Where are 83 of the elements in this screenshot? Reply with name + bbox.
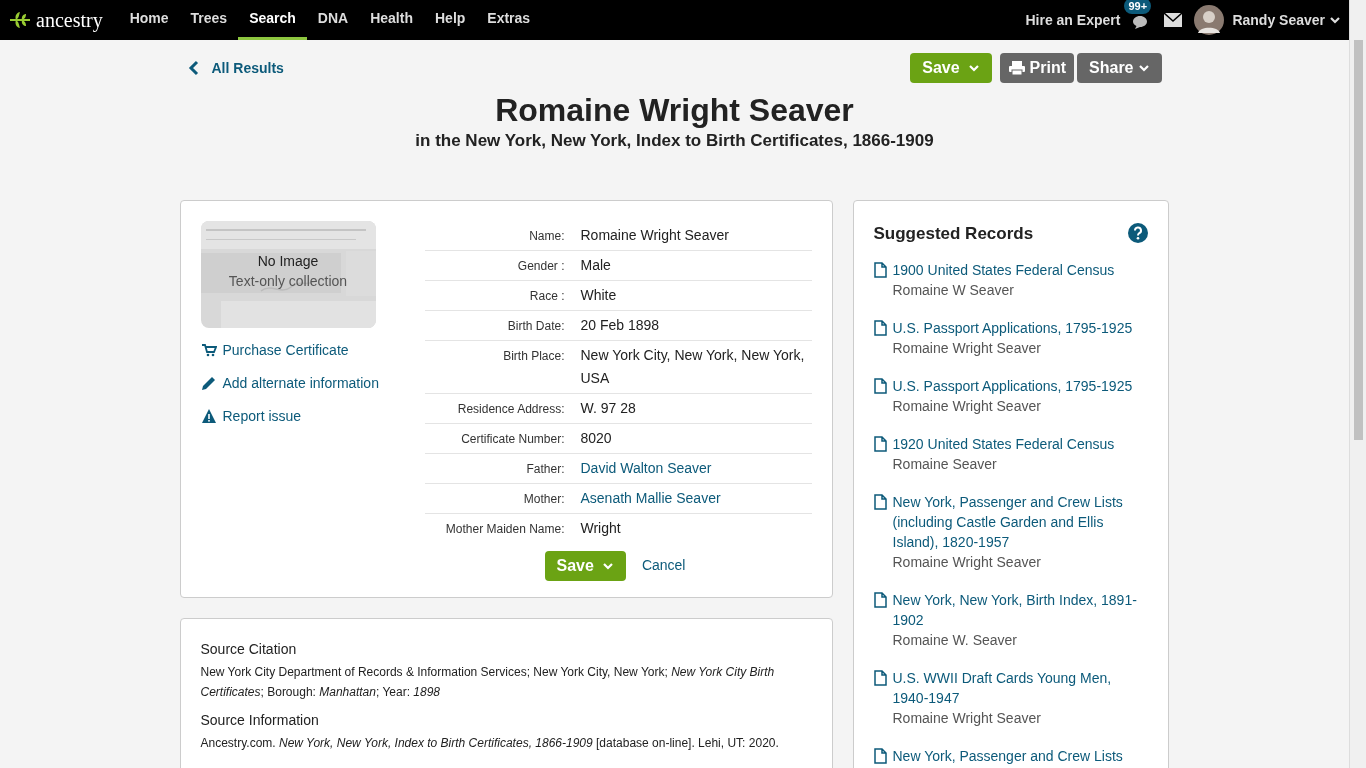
record-person: Romaine W Seaver [892, 281, 1015, 300]
record-title: Romaine Wright Seaver [494, 92, 855, 128]
record-link[interactable]: U.S. WWII Draft Cards Young Men, 1940-1947 [892, 668, 1148, 708]
field-value: 8020 [579, 428, 612, 448]
help-icon[interactable] [1127, 223, 1148, 244]
notification-badge: 99+ [1124, 0, 1152, 14]
chevron-down-icon [967, 62, 980, 74]
field-value: 20 Feb 1898 [579, 315, 660, 335]
panel-title: Suggested Records [873, 222, 1034, 245]
leaf-logo-icon [8, 10, 32, 30]
source-heading: Source Citation [200, 639, 298, 659]
field-value: Romaine Wright Seaver [579, 225, 729, 245]
printer-icon [1007, 60, 1026, 76]
nav-tab[interactable]: Home [118, 0, 180, 40]
nav-tab[interactable]: Search [238, 0, 307, 40]
record-person: Romaine Wright Seaver [892, 339, 1042, 358]
field-label: Father: [525, 460, 565, 478]
field-link[interactable]: Asenath Mallie Seaver [564, 486, 721, 510]
no-image-label: No Image [257, 251, 319, 271]
avatar[interactable] [1194, 5, 1225, 35]
record-action-link[interactable]: Report issue [200, 405, 425, 427]
warning-icon [200, 408, 217, 424]
document-icon [873, 262, 887, 278]
cancel-link[interactable]: Cancel [641, 555, 686, 576]
field-label: Gender : [516, 257, 565, 275]
field-value: W. 97 28 [579, 398, 636, 418]
record-person: Romaine Seaver [892, 455, 998, 474]
field-value: New York City, New York, New York, USA [579, 345, 806, 388]
nav-tab[interactable]: DNA [306, 0, 360, 40]
nav-tab[interactable]: Extras [476, 0, 542, 40]
field-value: Wright [579, 518, 621, 538]
cart-icon [200, 342, 217, 358]
source-heading: Source Information [200, 710, 320, 730]
field-value: White [579, 285, 617, 305]
record-link[interactable]: U.S. Passport Applications, 1795-1925 [892, 318, 1133, 338]
document-icon [873, 748, 887, 764]
field-label: Mother: [522, 490, 565, 508]
record-subtitle: in the New York, New York, Index to Birth Certificates, 1866-1909 [414, 130, 935, 152]
chat-bubble-icon[interactable] [1132, 14, 1149, 30]
nav-tab[interactable]: Help [424, 0, 477, 40]
chevron-down-icon [1329, 14, 1341, 26]
record-link[interactable]: New York, Passenger and Crew Lists (including Castle Garden and Ellis Island), 1820-1957 [892, 492, 1148, 552]
text-only-label: Text-only collection [228, 271, 348, 291]
record-person: Romaine Wright Seaver [892, 397, 1042, 416]
field-label: Birth Place: [502, 347, 565, 365]
record-person: Romaine Wright Seaver [892, 709, 1042, 728]
field-label: Race : [528, 287, 565, 305]
nav-tab[interactable]: Health [359, 0, 424, 40]
nav-tab[interactable]: Trees [179, 0, 239, 40]
field-label: Name: [528, 227, 565, 245]
field-link[interactable]: David Walton Seaver [564, 456, 712, 480]
document-icon [873, 320, 887, 336]
document-icon [873, 378, 887, 394]
record-link[interactable]: New York, Passenger and Crew Lists [892, 746, 1123, 766]
record-link[interactable]: New York, New York, Birth Index, 1891-1902 [892, 590, 1148, 630]
share-button[interactable]: Share [1077, 53, 1162, 83]
chevron-down-icon [1137, 62, 1150, 74]
field-label: Certificate Number: [460, 430, 565, 448]
record-action-link[interactable]: Purchase Certificate [200, 339, 425, 361]
document-icon [873, 670, 887, 686]
document-icon [873, 494, 887, 510]
source-text: Ancestry.com. New York, New York, Index to Birth Certificates, 1866-1909 [database on-line]. Lehi, UT: 2020. [200, 734, 780, 752]
record-link[interactable]: 1920 United States Federal Census [892, 434, 1115, 454]
field-label: Mother Maiden Name: [444, 520, 565, 538]
record-person: Romaine W. Seaver [892, 631, 1018, 650]
document-icon [873, 592, 887, 608]
field-value: Male [579, 255, 611, 275]
user-menu[interactable]: Randy Seaver [1232, 9, 1341, 31]
record-link[interactable]: 1900 United States Federal Census [892, 260, 1115, 280]
all-results-link[interactable]: All Results [187, 57, 284, 79]
field-label: Birth Date: [506, 317, 565, 335]
chevron-left-icon [187, 60, 200, 76]
print-button[interactable]: Print [999, 53, 1075, 83]
document-icon [873, 436, 887, 452]
logo-text[interactable]: ancestry [36, 5, 103, 35]
record-person: Romaine Wright Seaver [892, 553, 1042, 572]
record-action-link[interactable]: Add alternate information [200, 372, 425, 394]
mail-icon[interactable] [1164, 13, 1183, 27]
hire-expert-link[interactable]: Hire an Expert [1025, 9, 1121, 31]
source-text: New York City Department of Records & Information Services; New York City, New York; New York City Birth Certificates; Borough: Manhattan; Year: 1898 [200, 663, 776, 701]
record-link[interactable]: U.S. Passport Applications, 1795-1925 [892, 376, 1133, 396]
pencil-icon [200, 375, 217, 391]
field-label: Residence Address: [456, 400, 565, 418]
